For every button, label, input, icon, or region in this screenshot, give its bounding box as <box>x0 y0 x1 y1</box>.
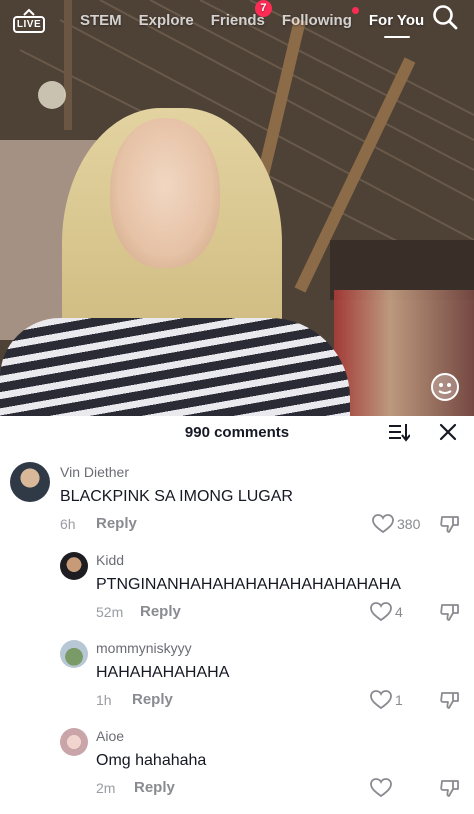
heart-icon[interactable] <box>370 778 392 798</box>
reply-button[interactable]: Reply <box>132 691 173 708</box>
avatar[interactable] <box>10 462 50 502</box>
new-content-dot <box>351 6 359 14</box>
person-face <box>110 118 220 268</box>
comment-username[interactable]: mommyniskyyy <box>96 640 192 656</box>
search-icon[interactable] <box>432 4 458 30</box>
like-count: 1 <box>395 692 403 708</box>
tab-explore[interactable]: Explore <box>139 12 194 29</box>
video-player[interactable]: LIVE STEM Explore Friends 7 Following Fo… <box>0 0 474 416</box>
notification-badge: 7 <box>254 0 272 17</box>
comment-time: 1h <box>96 692 112 708</box>
comments-header: 990 comments <box>0 416 474 448</box>
like-count: 4 <box>395 604 403 620</box>
tab-for-you[interactable]: For You <box>369 12 424 29</box>
avatar[interactable] <box>60 728 88 756</box>
comment-text: PTNGINANHAHAHAHAHAHAHAHAHAHA <box>96 576 401 593</box>
comment-time: 2m <box>96 780 116 796</box>
live-tv-icon[interactable]: LIVE <box>12 6 46 34</box>
reply-button[interactable]: Reply <box>96 515 137 532</box>
effect-icon[interactable] <box>430 372 460 402</box>
dislike-icon[interactable] <box>440 602 460 622</box>
heart-icon[interactable] <box>370 690 392 710</box>
comment-item: mommyniskyyy HAHAHAHAHAHA 1h Reply 1 <box>0 638 474 718</box>
comment-item: Vin Diether BLACKPINK SA IMONG LUGAR 6h … <box>0 460 474 540</box>
live-label: LIVE <box>12 15 46 33</box>
comments-sheet: 990 comments Vin Diether BLACKPINK SA IM… <box>0 416 474 814</box>
comment-username[interactable]: Kidd <box>96 552 124 568</box>
avatar[interactable] <box>60 640 88 668</box>
dislike-icon[interactable] <box>440 514 460 534</box>
tab-friends[interactable]: Friends 7 <box>211 0 272 29</box>
comment-username[interactable]: Vin Diether <box>60 464 129 480</box>
heart-icon[interactable] <box>372 514 394 534</box>
comment-item: Aioe Omg hahahaha 2m Reply <box>0 726 474 806</box>
comment-time: 6h <box>60 516 76 532</box>
comment-text: Omg hahahaha <box>96 752 207 769</box>
heart-icon[interactable] <box>370 602 392 622</box>
dislike-icon[interactable] <box>440 778 460 798</box>
comment-time: 52m <box>96 604 124 620</box>
avatar[interactable] <box>60 552 88 580</box>
top-navigation-bar: LIVE STEM Explore Friends 7 Following Fo… <box>0 0 474 40</box>
reply-button[interactable]: Reply <box>134 779 175 796</box>
close-icon[interactable] <box>438 422 458 442</box>
comment-item: Kidd PTNGINANHAHAHAHAHAHAHAHAHAHA 52m Re… <box>0 550 474 630</box>
tab-following[interactable]: Following <box>281 6 359 29</box>
comment-text: BLACKPINK SA IMONG LUGAR <box>60 488 293 505</box>
dislike-icon[interactable] <box>440 690 460 710</box>
tab-stem[interactable]: STEM <box>80 12 122 29</box>
comment-username[interactable]: Aioe <box>96 728 124 744</box>
tab-following-label: Following <box>281 11 352 29</box>
feed-tabs: STEM Explore Friends 7 Following For You <box>80 0 441 29</box>
reply-button[interactable]: Reply <box>140 603 181 620</box>
comment-text: HAHAHAHAHAHA <box>96 664 230 681</box>
sort-icon[interactable] <box>388 422 410 442</box>
like-count: 380 <box>397 516 421 532</box>
striped-shirt <box>0 318 350 416</box>
